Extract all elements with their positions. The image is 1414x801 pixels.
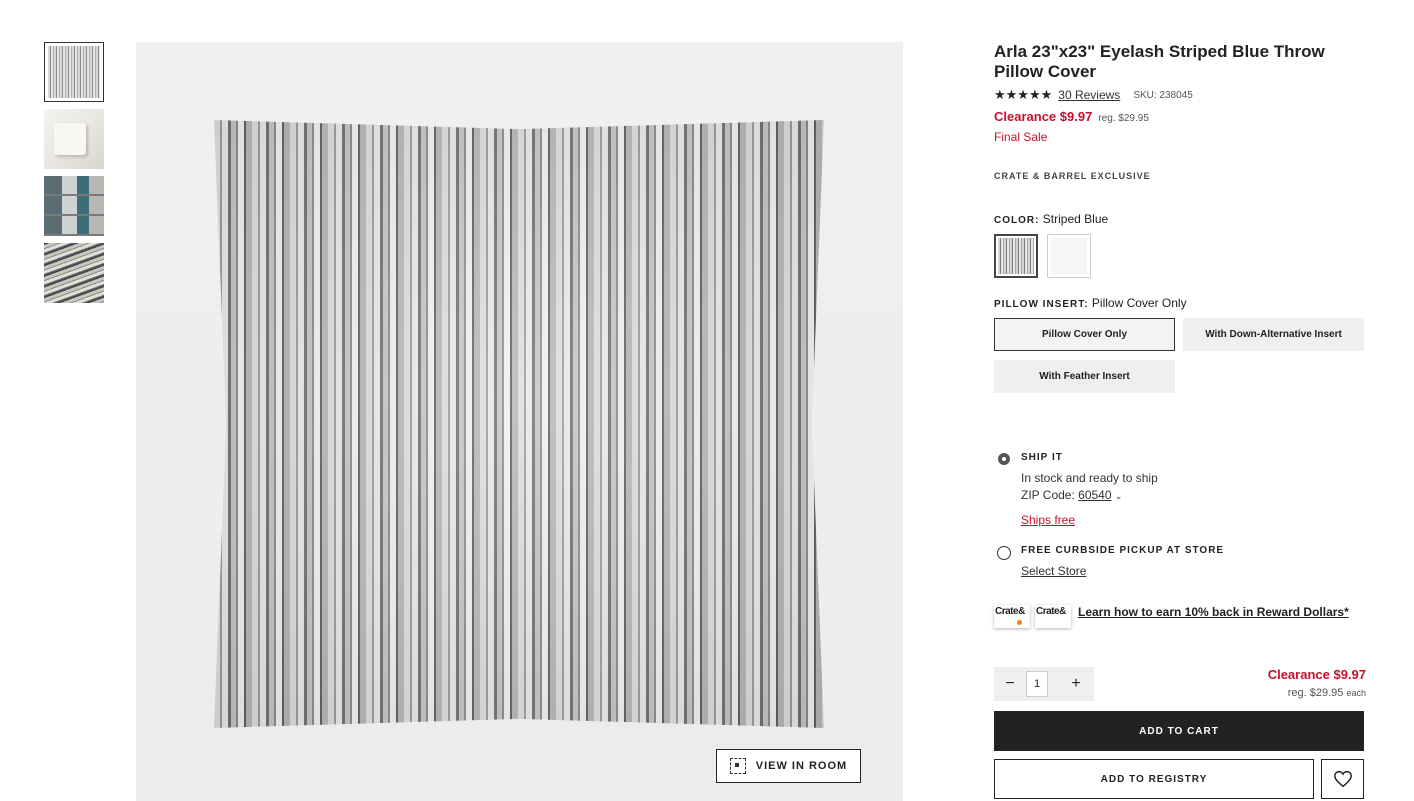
insert-label-row: PILLOW INSERT: Pillow Cover Only (994, 296, 1366, 310)
add-to-registry-button[interactable]: ADD TO REGISTRY (994, 759, 1314, 799)
final-sale-text: Final Sale (994, 130, 1048, 144)
chevron-down-icon[interactable]: ⌄ (1115, 491, 1123, 501)
swatch-striped-blue[interactable] (994, 234, 1038, 278)
sku-text: SKU: 238045 (1133, 89, 1193, 101)
swatch-white[interactable] (1047, 234, 1091, 278)
regular-price: reg. $29.95 (1098, 113, 1149, 124)
secondary-actions: ADD TO REGISTRY (994, 759, 1366, 799)
color-value: Striped Blue (1042, 212, 1109, 226)
ships-free-link[interactable]: Ships free (1021, 513, 1366, 527)
increase-quantity-button[interactable]: + (1060, 675, 1092, 693)
exclusive-label: CRATE & BARREL EXCLUSIVE (994, 171, 1151, 181)
favorite-button[interactable] (1321, 759, 1364, 799)
quantity-row: − 1 + Clearance $9.97 reg. $29.95 each (994, 667, 1366, 701)
select-store-link[interactable]: Select Store (1021, 564, 1366, 578)
view-in-room-label: VIEW IN ROOM (755, 760, 848, 772)
color-label-row: COLOR: Striped Blue (994, 212, 1366, 226)
color-swatches (994, 234, 1366, 278)
swatch-image (1051, 238, 1087, 274)
quantity-input[interactable]: 1 (1026, 671, 1048, 697)
insert-options: Pillow Cover Only With Down-Alternative … (994, 318, 1366, 402)
product-info-panel: Arla 23"x23" Eyelash Striped Blue Throw … (994, 42, 1366, 799)
add-to-cart-button[interactable]: ADD TO CART (994, 711, 1364, 751)
price-row: Clearance $9.97 reg. $29.95 (994, 109, 1366, 124)
heart-icon (1333, 770, 1352, 788)
product-main-image[interactable]: VIEW IN ROOM (136, 42, 903, 801)
option-feather-insert[interactable]: With Feather Insert (994, 360, 1175, 393)
pickup-label: FREE CURBSIDE PICKUP AT STORE (1021, 545, 1225, 556)
summary-clearance-price: Clearance $9.97 (1267, 667, 1366, 682)
star-rating-icon: ★★★★★ (994, 87, 1053, 102)
reviews-link[interactable]: 30 Reviews (1058, 88, 1120, 102)
view-in-room-button[interactable]: VIEW IN ROOM (716, 749, 861, 783)
thumbnail-1[interactable] (44, 42, 104, 102)
summary-regular-price: reg. $29.95 each (1287, 687, 1366, 699)
option-down-alternative-insert[interactable]: With Down-Alternative Insert (1183, 318, 1364, 351)
pickup-radio[interactable] (997, 546, 1011, 560)
stock-status: In stock and ready to ship (1021, 471, 1158, 485)
credit-card-icon: Crate& (994, 605, 1030, 628)
insert-value: Pillow Cover Only (1091, 296, 1187, 310)
clearance-price: Clearance $9.97 (994, 109, 1093, 124)
reward-row: Crate& Crate& Learn how to earn 10% back… (994, 605, 1366, 628)
decrease-quantity-button[interactable]: − (994, 675, 1026, 693)
color-label: COLOR: (994, 215, 1040, 226)
ship-it-option[interactable]: SHIP IT In stock and ready to ship ZIP C… (994, 452, 1366, 527)
rating-row: ★★★★★ 30 Reviews SKU: 238045 (994, 87, 1366, 103)
reward-dollars-link[interactable]: Learn how to earn 10% back in Reward Dol… (1078, 605, 1349, 619)
thumbnail-list (44, 42, 106, 310)
insert-label: PILLOW INSERT: (994, 299, 1089, 310)
thumbnail-image (48, 46, 100, 98)
pickup-option[interactable]: FREE CURBSIDE PICKUP AT STORE Select Sto… (994, 545, 1366, 578)
zip-label: ZIP Code: (1021, 488, 1075, 502)
zip-row: ZIP Code: 60540 ⌄ (1021, 488, 1366, 502)
swatch-image (998, 238, 1034, 274)
credit-card-icon: Crate& (1035, 605, 1071, 628)
product-title: Arla 23"x23" Eyelash Striped Blue Throw … (994, 42, 1325, 81)
thumbnail-3[interactable] (44, 176, 104, 236)
ship-it-label: SHIP IT (1021, 452, 1063, 463)
summary-price: Clearance $9.97 reg. $29.95 each (1268, 667, 1366, 701)
thumbnail-4[interactable] (44, 243, 104, 303)
view-in-room-icon (729, 758, 746, 774)
ship-it-radio[interactable] (998, 453, 1010, 465)
zip-code-link[interactable]: 60540 (1078, 488, 1111, 502)
option-pillow-cover-only[interactable]: Pillow Cover Only (994, 318, 1175, 351)
thumbnail-2[interactable] (44, 109, 104, 169)
pillow-image (214, 120, 824, 728)
quantity-stepper: − 1 + (994, 667, 1094, 701)
